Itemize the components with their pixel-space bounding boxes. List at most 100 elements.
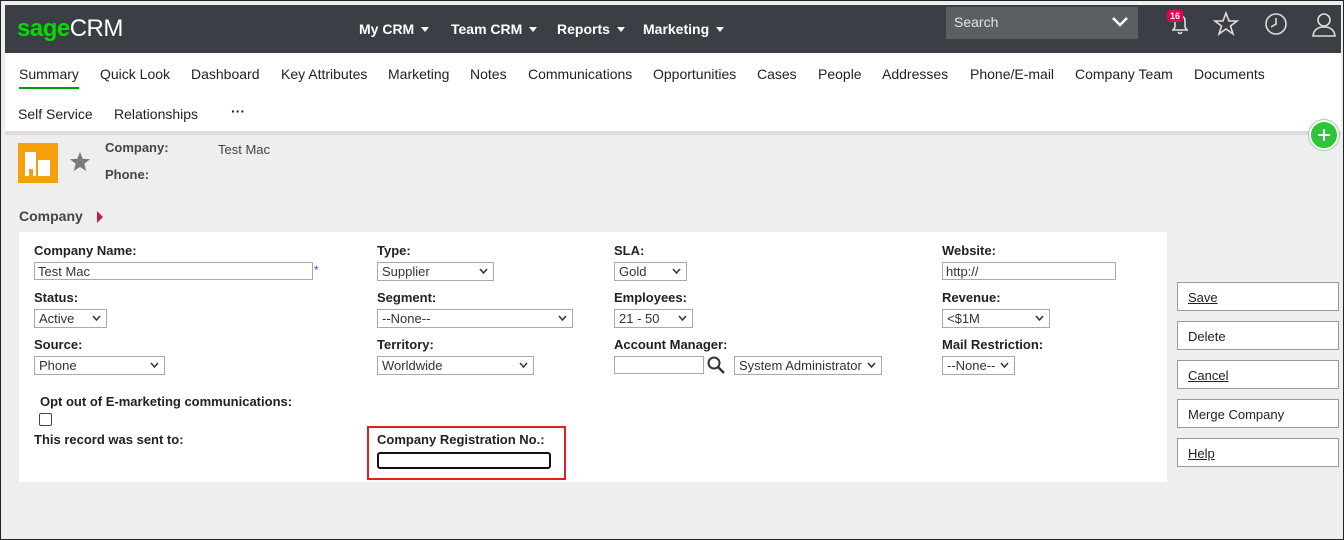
- company-name-input[interactable]: [34, 262, 313, 280]
- type-select[interactable]: Supplier: [377, 262, 494, 281]
- account-manager-search-input[interactable]: [614, 356, 704, 374]
- caret-down-icon: [616, 26, 625, 32]
- dropdown-arrow-icon: [1000, 362, 1009, 368]
- website-label: Website:: [942, 243, 996, 258]
- sent-to-label: This record was sent to:: [34, 432, 184, 447]
- nav-marketing[interactable]: Marketing: [643, 5, 725, 53]
- territory-label: Territory:: [377, 337, 434, 352]
- cancel-button[interactable]: Cancel: [1177, 360, 1339, 389]
- segment-value: --None--: [382, 311, 431, 326]
- account-manager-select[interactable]: System Administrator: [734, 356, 882, 375]
- website-input[interactable]: [942, 262, 1116, 280]
- header-phone-label: Phone:: [105, 167, 150, 182]
- header-company-label: Company:: [105, 140, 169, 155]
- tab-marketing[interactable]: Marketing: [388, 66, 449, 82]
- caret-down-icon: [421, 26, 430, 32]
- save-label: Save: [1188, 290, 1218, 305]
- opt-out-checkbox[interactable]: [39, 413, 52, 426]
- employees-value: 21 - 50: [619, 311, 660, 326]
- sla-select[interactable]: Gold: [614, 262, 687, 281]
- tab-summary[interactable]: Summary: [19, 66, 79, 89]
- required-marker: *: [314, 263, 319, 277]
- notification-badge: 16: [1167, 10, 1184, 22]
- source-select[interactable]: Phone: [34, 356, 165, 375]
- mail-restriction-select[interactable]: --None--: [942, 356, 1015, 375]
- revenue-value: <$1M: [947, 311, 980, 326]
- nav-team-crm[interactable]: Team CRM: [451, 5, 538, 53]
- tab-cases[interactable]: Cases: [757, 66, 797, 82]
- tab-more-menu[interactable]: ···: [231, 103, 245, 119]
- type-value: Supplier: [382, 264, 430, 279]
- territory-select[interactable]: Worldwide: [377, 356, 534, 375]
- tab-notes[interactable]: Notes: [470, 66, 507, 82]
- revenue-label: Revenue:: [942, 290, 1001, 305]
- merge-company-label: Merge Company: [1188, 407, 1285, 422]
- help-button[interactable]: Help: [1177, 438, 1339, 467]
- tab-documents[interactable]: Documents: [1194, 66, 1265, 82]
- logo-crm: CRM: [69, 15, 124, 42]
- employees-select[interactable]: 21 - 50: [614, 309, 693, 328]
- user-profile-icon[interactable]: [1309, 9, 1339, 39]
- dropdown-arrow-icon: [672, 268, 681, 274]
- segment-label: Segment:: [377, 290, 437, 305]
- nav-label: My CRM: [359, 21, 415, 37]
- delete-button[interactable]: Delete: [1177, 321, 1339, 350]
- section-title: Company: [19, 208, 83, 224]
- tab-key-attributes[interactable]: Key Attributes: [281, 66, 367, 82]
- tab-addresses[interactable]: Addresses: [882, 66, 948, 82]
- account-manager-label: Account Manager:: [614, 337, 728, 352]
- tab-self-service[interactable]: Self Service: [18, 106, 93, 122]
- dropdown-arrow-icon: [519, 362, 528, 368]
- type-label: Type:: [377, 243, 411, 258]
- mail-restriction-label: Mail Restriction:: [942, 337, 1044, 352]
- cancel-label: Cancel: [1188, 368, 1229, 383]
- dropdown-arrow-icon: [558, 315, 567, 321]
- source-label: Source:: [34, 337, 83, 352]
- tab-people[interactable]: People: [818, 66, 862, 82]
- section-expand-arrow-icon[interactable]: [97, 211, 103, 223]
- nav-my-crm[interactable]: My CRM: [359, 5, 430, 53]
- registration-label: Company Registration No.:: [377, 432, 545, 447]
- status-select[interactable]: Active: [34, 309, 107, 328]
- dropdown-arrow-icon: [867, 362, 876, 368]
- revenue-select[interactable]: <$1M: [942, 309, 1050, 328]
- employees-label: Employees:: [614, 290, 687, 305]
- clock-icon[interactable]: [1261, 9, 1291, 39]
- nav-reports[interactable]: Reports: [557, 5, 625, 53]
- merge-company-button[interactable]: Merge Company: [1177, 399, 1339, 428]
- help-label: Help: [1188, 446, 1215, 461]
- delete-label: Delete: [1188, 329, 1226, 344]
- dropdown-arrow-icon: [92, 315, 101, 321]
- save-button[interactable]: Save: [1177, 282, 1339, 311]
- status-value: Active: [39, 311, 75, 326]
- add-button[interactable]: [1309, 120, 1339, 150]
- favourite-star-icon[interactable]: [69, 151, 91, 173]
- status-label: Status:: [34, 290, 79, 305]
- nav-label: Reports: [557, 21, 610, 37]
- territory-value: Worldwide: [382, 358, 443, 373]
- sage-crm-logo[interactable]: sageCRM: [17, 15, 123, 43]
- chevron-down-icon[interactable]: [1110, 11, 1130, 31]
- segment-select[interactable]: --None--: [377, 309, 573, 328]
- source-value: Phone: [39, 358, 77, 373]
- sla-value: Gold: [619, 264, 647, 279]
- tab-bar: Summary Quick Look Dashboard Key Attribu…: [5, 53, 1341, 135]
- tab-relationships[interactable]: Relationships: [114, 106, 198, 122]
- caret-down-icon: [529, 26, 538, 32]
- tab-opportunities[interactable]: Opportunities: [653, 66, 736, 82]
- tab-dashboard[interactable]: Dashboard: [191, 66, 260, 82]
- tab-phone-email[interactable]: Phone/E-mail: [970, 66, 1054, 82]
- search-input[interactable]: Search: [946, 7, 1138, 39]
- dropdown-arrow-icon: [479, 268, 488, 274]
- registration-input[interactable]: [377, 452, 551, 469]
- search-icon[interactable]: [706, 355, 726, 375]
- star-icon[interactable]: [1211, 9, 1241, 39]
- tab-communications[interactable]: Communications: [528, 66, 632, 82]
- nav-label: Marketing: [643, 21, 710, 37]
- company-name-label: Company Name:: [34, 243, 137, 258]
- dropdown-arrow-icon: [1035, 315, 1044, 321]
- tab-quick-look[interactable]: Quick Look: [100, 66, 170, 82]
- tab-company-team[interactable]: Company Team: [1075, 66, 1173, 82]
- nav-label: Team CRM: [451, 21, 523, 37]
- dropdown-arrow-icon: [678, 315, 687, 321]
